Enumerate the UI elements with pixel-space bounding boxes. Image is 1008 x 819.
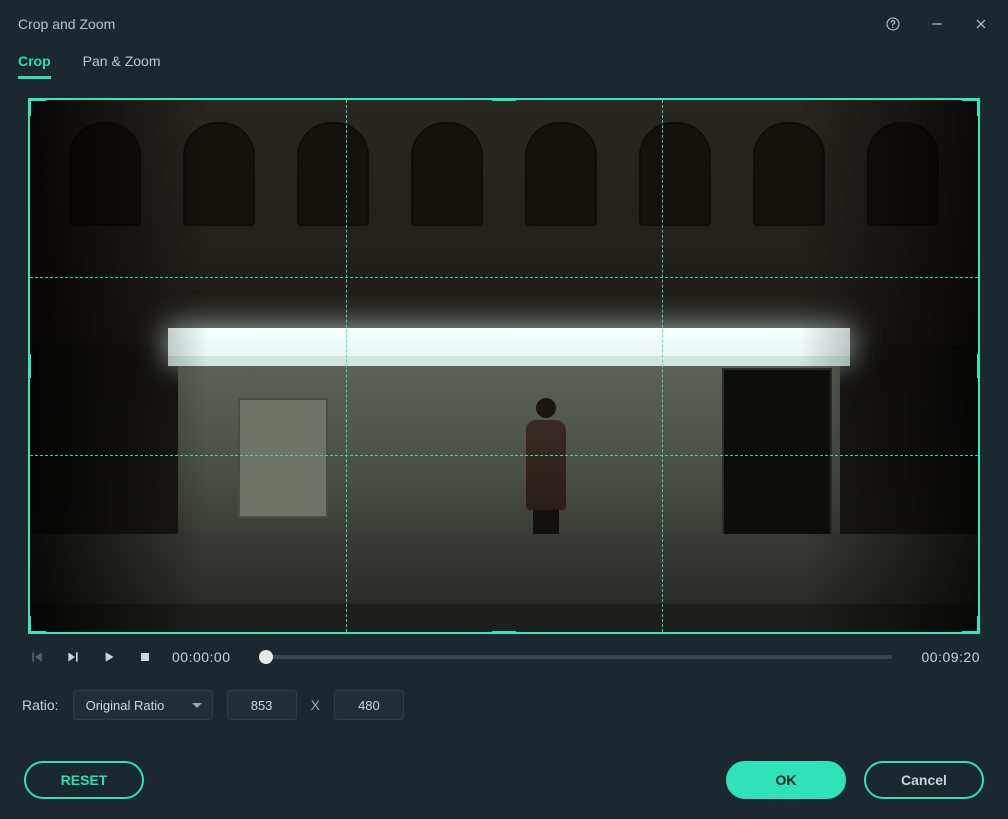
tab-bar: Crop Pan & Zoom	[0, 48, 1008, 80]
grid-line-v1	[346, 100, 347, 632]
close-icon[interactable]	[972, 15, 990, 33]
next-frame-icon[interactable]	[64, 648, 82, 666]
crop-height-value: 480	[358, 698, 380, 713]
tab-crop-label: Crop	[18, 53, 51, 69]
playback-bar: 00:00:00 00:09:20	[0, 634, 1008, 666]
crop-handle-bottom[interactable]	[492, 631, 516, 634]
dimension-separator: X	[311, 697, 320, 713]
tab-pan-zoom[interactable]: Pan & Zoom	[83, 53, 161, 79]
play-icon[interactable]	[100, 648, 118, 666]
crop-handle-top[interactable]	[492, 98, 516, 101]
titlebar: Crop and Zoom	[0, 0, 1008, 48]
ratio-select-value: Original Ratio	[86, 698, 165, 713]
time-duration: 00:09:20	[910, 649, 980, 665]
ratio-select[interactable]: Original Ratio	[73, 690, 213, 720]
ratio-label: Ratio:	[22, 697, 59, 713]
cancel-button-label: Cancel	[901, 772, 947, 788]
crop-handle-bottom-left[interactable]	[28, 616, 46, 634]
tab-crop[interactable]: Crop	[18, 53, 51, 79]
dialog-footer: RESET OK Cancel	[0, 761, 1008, 799]
timeline-slider[interactable]	[260, 649, 892, 665]
ok-button[interactable]: OK	[726, 761, 846, 799]
crop-handle-bottom-right[interactable]	[962, 616, 980, 634]
video-preview[interactable]	[28, 98, 980, 634]
crop-rectangle[interactable]	[28, 98, 980, 634]
prev-frame-icon[interactable]	[28, 648, 46, 666]
minimize-icon[interactable]	[928, 15, 946, 33]
reset-button-label: RESET	[61, 772, 108, 788]
ratio-controls: Ratio: Original Ratio 853 X 480	[0, 666, 1008, 720]
reset-button[interactable]: RESET	[24, 761, 144, 799]
window-title: Crop and Zoom	[18, 16, 115, 32]
crop-handle-top-left[interactable]	[28, 98, 46, 116]
window-controls	[884, 15, 990, 33]
crop-height-input[interactable]: 480	[334, 690, 404, 720]
grid-line-v2	[662, 100, 663, 632]
grid-line-h1	[30, 277, 978, 278]
tab-panzoom-label: Pan & Zoom	[83, 53, 161, 69]
grid-line-h2	[30, 455, 978, 456]
crop-handle-right[interactable]	[977, 354, 980, 378]
crop-handle-left[interactable]	[28, 354, 31, 378]
ok-button-label: OK	[776, 772, 797, 788]
help-icon[interactable]	[884, 15, 902, 33]
crop-width-input[interactable]: 853	[227, 690, 297, 720]
cancel-button[interactable]: Cancel	[864, 761, 984, 799]
timeline-thumb[interactable]	[259, 650, 273, 664]
stop-icon[interactable]	[136, 648, 154, 666]
crop-width-value: 853	[251, 698, 273, 713]
time-current: 00:00:00	[172, 649, 242, 665]
crop-handle-top-right[interactable]	[962, 98, 980, 116]
